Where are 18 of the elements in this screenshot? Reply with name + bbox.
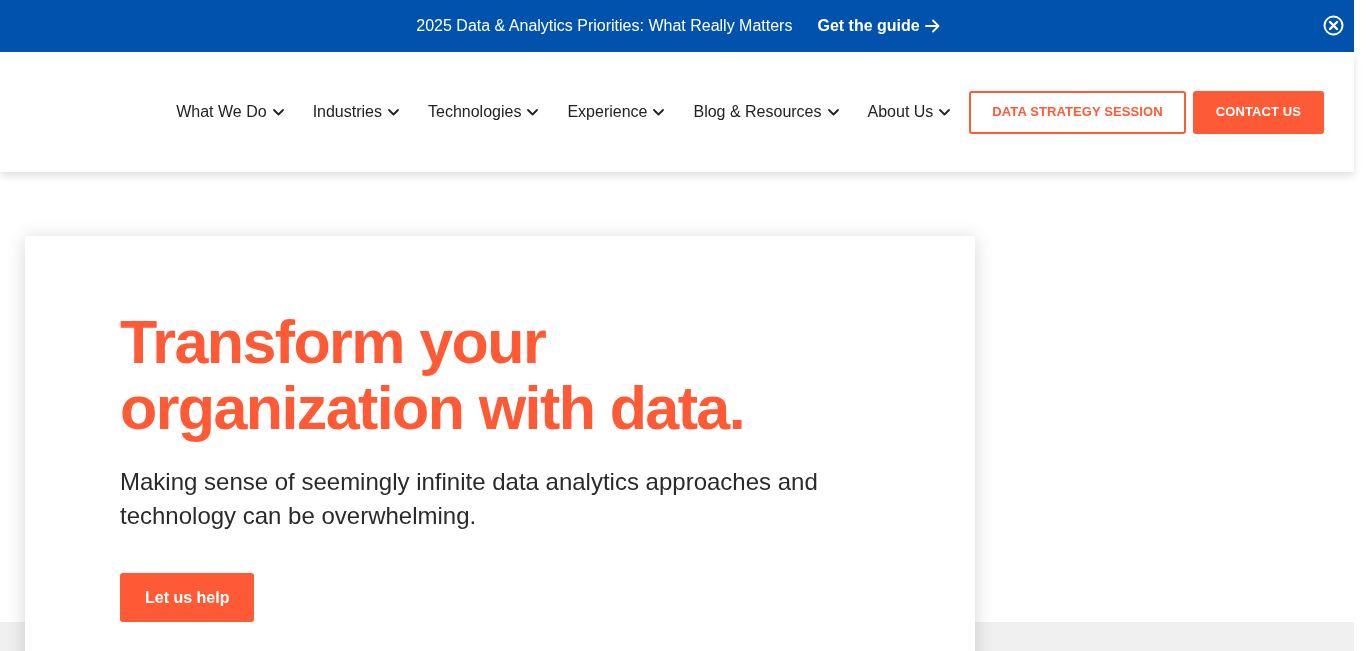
hero-heading: Transform your organization with data.: [120, 309, 746, 441]
chevron-down-icon: [653, 108, 665, 116]
chevron-down-icon: [527, 108, 539, 116]
get-guide-link[interactable]: Get the guide: [817, 14, 940, 38]
hero-description: Making sense of seemingly infinite data analytics approaches and technology can be overwhelming.: [120, 467, 819, 531]
nav-menu-item[interactable]: Industries: [312, 100, 399, 124]
chevron-down-icon: [939, 108, 951, 116]
nav-menu-item[interactable]: What We Do: [176, 100, 284, 124]
nav-menu-item[interactable]: Experience: [567, 100, 665, 124]
chevron-down-icon: [827, 108, 839, 116]
nav-menu-item[interactable]: Blog & Resources: [693, 100, 839, 124]
nav-menu-item[interactable]: Technologies: [428, 100, 539, 124]
arrow-right-icon: [924, 19, 940, 33]
close-icon[interactable]: [1323, 15, 1344, 36]
promo-text: 2025 Data & Analytics Priorities: What Really Matters: [416, 16, 793, 36]
chevron-down-icon: [272, 108, 284, 116]
nav-menu-item[interactable]: About Us: [867, 100, 951, 124]
chevron-down-icon: [388, 108, 399, 116]
